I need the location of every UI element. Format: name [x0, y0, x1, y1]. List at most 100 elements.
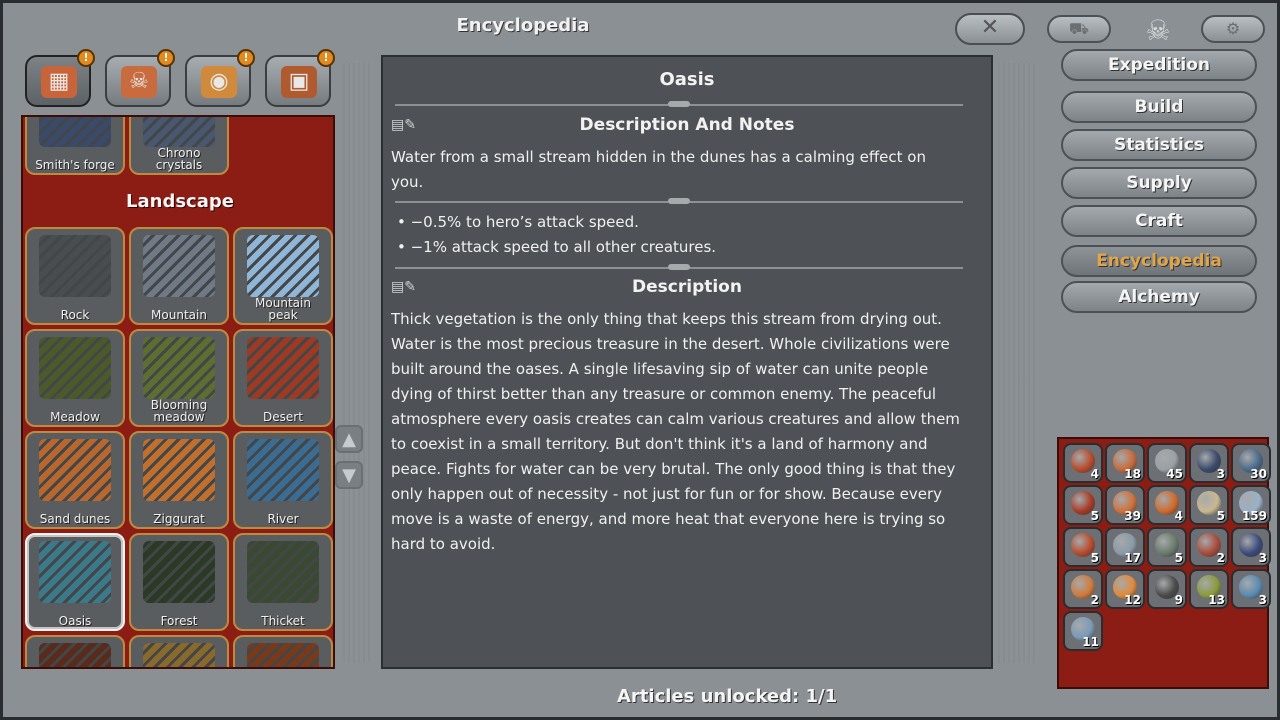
category-tab[interactable]: ▣! — [265, 49, 335, 107]
resource-count: 4 — [1090, 467, 1099, 481]
inventory-slot[interactable]: 5 — [1189, 485, 1229, 525]
inventory-slot[interactable]: 2 — [1063, 569, 1103, 609]
resource-count: 5 — [1090, 551, 1099, 565]
inventory-slot[interactable]: 9 — [1147, 569, 1187, 609]
inventory-slot[interactable]: 4 — [1147, 485, 1187, 525]
tile-artwork — [247, 337, 319, 399]
scroll-up-button[interactable]: ▲ — [335, 425, 363, 453]
tile-card[interactable]: Ziggurat — [129, 431, 229, 529]
category-tabs: ▦! ☠! ◉! ▣! — [25, 49, 345, 109]
tile-label: Thicket — [261, 614, 305, 628]
resource-count: 159 — [1241, 509, 1267, 523]
tile-card[interactable]: Rock — [25, 227, 125, 325]
tile-label: Mountain — [151, 308, 207, 322]
inventory-slot[interactable]: 3 — [1231, 527, 1271, 567]
tile-card[interactable] — [129, 635, 229, 667]
tile-card[interactable]: Smith's forge — [25, 117, 125, 175]
tile-artwork — [39, 541, 111, 603]
skull-emblem-icon: ☠ — [1145, 14, 1171, 47]
resource-count: 5 — [1174, 551, 1183, 565]
tile-label: Mountain peak — [255, 296, 311, 322]
tile-card[interactable]: River — [233, 431, 333, 529]
inventory-slot[interactable]: 5 — [1063, 485, 1103, 525]
background-texture — [998, 63, 1038, 663]
category-tab[interactable]: ◉! — [185, 49, 255, 107]
divider — [395, 198, 963, 204]
tile-card[interactable]: Thicket — [233, 533, 333, 631]
tile-card[interactable]: Oasis — [25, 533, 125, 631]
resource-count: 3 — [1258, 551, 1267, 565]
notes-heading: Description And Notes — [579, 115, 795, 135]
tile-card[interactable] — [25, 635, 125, 667]
tile-card[interactable]: Chrono crystals — [129, 117, 229, 175]
tile-card[interactable]: Blooming meadow — [129, 329, 229, 427]
resource-count: 3 — [1258, 593, 1267, 607]
scroll-up-icon: ▲ — [342, 429, 356, 450]
tile-label: Meadow — [50, 410, 100, 424]
tile-artwork — [247, 439, 319, 501]
menu-encyclopedia-button[interactable]: Encyclopedia — [1061, 245, 1257, 277]
inventory-slot[interactable]: 12 — [1105, 569, 1145, 609]
skull-creature-icon: ☠ — [121, 66, 157, 98]
tile-label: Chrono crystals — [155, 146, 203, 172]
inventory-slot[interactable]: 18 — [1105, 443, 1145, 483]
resource-count: 5 — [1090, 509, 1099, 523]
tile-card[interactable] — [233, 635, 333, 667]
divider — [395, 101, 963, 107]
resource-count: 13 — [1208, 593, 1225, 607]
category-tab[interactable]: ▦! — [25, 49, 95, 107]
section-title-landscape: Landscape — [126, 191, 234, 212]
menu-statistics-button[interactable]: Statistics — [1061, 129, 1257, 161]
inventory-slot[interactable]: 30 — [1231, 443, 1271, 483]
tile-artwork — [143, 643, 215, 667]
inventory-slot[interactable]: 17 — [1105, 527, 1145, 567]
tile-card[interactable]: Mountain — [129, 227, 229, 325]
inventory-slot[interactable]: 13 — [1189, 569, 1229, 609]
chest-items-icon: ◉ — [201, 66, 237, 98]
menu-expedition-button[interactable]: Expedition — [1061, 49, 1257, 81]
tile-card[interactable]: Meadow — [25, 329, 125, 427]
inventory-slot[interactable]: 2 — [1189, 527, 1229, 567]
scroll-down-icon: ▼ — [342, 465, 356, 486]
alert-badge: ! — [157, 49, 175, 67]
tile-card[interactable]: Mountain peak — [233, 227, 333, 325]
expedition-wagon-button[interactable]: ⛟ — [1047, 15, 1111, 43]
tile-label: River — [267, 512, 299, 526]
tile-artwork — [39, 235, 111, 297]
settings-button[interactable]: ⚙ — [1201, 15, 1265, 43]
resource-count: 4 — [1174, 509, 1183, 523]
tile-label: Blooming meadow — [150, 398, 208, 424]
inventory-slot[interactable]: 39 — [1105, 485, 1145, 525]
tile-card[interactable]: Desert — [233, 329, 333, 427]
menu-build-button[interactable]: Build — [1061, 91, 1257, 123]
tile-card[interactable]: Forest — [129, 533, 229, 631]
description-heading: Description — [632, 277, 742, 297]
inventory-slot[interactable]: 5 — [1147, 527, 1187, 567]
menu-supply-button[interactable]: Supply — [1061, 167, 1257, 199]
tile-card[interactable]: Sand dunes — [25, 431, 125, 529]
inventory-slot[interactable]: 11 — [1063, 611, 1103, 651]
inventory-panel: 4 18 45 3 30 5 39 4 5 159 5 17 5 2 3 2 12 9 13 3 11 — [1057, 437, 1271, 689]
resource-count: 9 — [1174, 593, 1183, 607]
inventory-slot[interactable]: 3 — [1189, 443, 1229, 483]
inventory-slot[interactable]: 159 — [1231, 485, 1271, 525]
inventory-slot[interactable]: 45 — [1147, 443, 1187, 483]
alert-badge: ! — [237, 49, 255, 67]
menu-alchemy-button[interactable]: Alchemy — [1061, 281, 1257, 313]
scroll-down-button[interactable]: ▼ — [335, 461, 363, 489]
inventory-slot[interactable]: 5 — [1063, 527, 1103, 567]
menu-craft-button[interactable]: Craft — [1061, 205, 1257, 237]
close-button[interactable]: ✕ — [955, 13, 1025, 45]
resource-count: 5 — [1216, 509, 1225, 523]
tile-artwork — [143, 235, 215, 297]
tile-artwork — [39, 643, 111, 667]
effect-item: • −1% attack speed to all other creature… — [397, 238, 717, 256]
close-icon: ✕ — [980, 15, 1000, 40]
resource-count: 30 — [1250, 467, 1267, 481]
resource-count: 17 — [1124, 551, 1141, 565]
resource-count: 39 — [1124, 509, 1141, 523]
inventory-slot[interactable]: 4 — [1063, 443, 1103, 483]
category-tab[interactable]: ☠! — [105, 49, 175, 107]
game-screen: Encyclopedia ✕ ⛟ ☠ ⚙ ▦! ☠! ◉! ▣! Landscape … — [0, 0, 1280, 720]
inventory-slot[interactable]: 3 — [1231, 569, 1271, 609]
